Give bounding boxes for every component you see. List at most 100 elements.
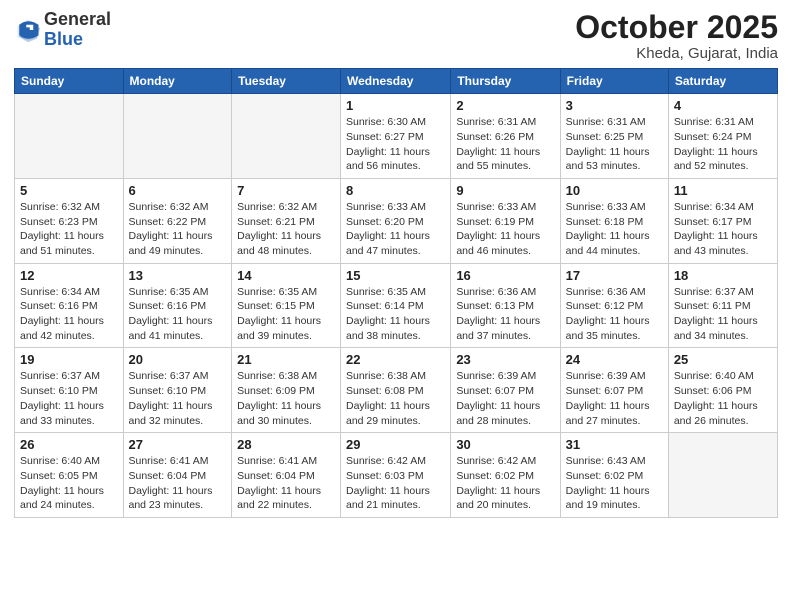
table-row [15,94,124,179]
table-row: 21Sunrise: 6:38 AM Sunset: 6:09 PM Dayli… [232,348,341,433]
day-number: 18 [674,268,772,283]
day-info: Sunrise: 6:31 AM Sunset: 6:25 PM Dayligh… [566,115,663,174]
title-block: October 2025 Kheda, Gujarat, India [575,10,778,62]
table-row: 8Sunrise: 6:33 AM Sunset: 6:20 PM Daylig… [341,178,451,263]
day-number: 1 [346,98,445,113]
calendar: Sunday Monday Tuesday Wednesday Thursday… [14,68,778,518]
day-number: 23 [456,352,554,367]
day-info: Sunrise: 6:41 AM Sunset: 6:04 PM Dayligh… [129,454,227,513]
month-title: October 2025 [575,10,778,45]
day-number: 10 [566,183,663,198]
day-info: Sunrise: 6:31 AM Sunset: 6:26 PM Dayligh… [456,115,554,174]
day-info: Sunrise: 6:35 AM Sunset: 6:14 PM Dayligh… [346,285,445,344]
day-number: 25 [674,352,772,367]
page: General Blue October 2025 Kheda, Gujarat… [0,0,792,612]
table-row: 16 Sunrise: 6:36 AM Sunset: 6:13 PM Dayli… [451,263,560,348]
day-info: Sunrise: 6:42 AM Sunset: 6:03 PM Dayligh… [346,454,445,513]
calendar-week-row: 5Sunrise: 6:32 AM Sunset: 6:23 PM Daylig… [15,178,778,263]
day-number: 5 [20,183,118,198]
day-info: Sunrise: 6:33 AM Sunset: 6:19 PM Dayligh… [456,200,554,259]
calendar-header-row: Sunday Monday Tuesday Wednesday Thursday… [15,69,778,94]
table-row: 31Sunrise: 6:43 AM Sunset: 6:02 PM Dayli… [560,433,668,518]
day-info: Sunrise: 6:40 AM Sunset: 6:05 PM Dayligh… [20,454,118,513]
day-info: Sunrise: 6:40 AM Sunset: 6:06 PM Dayligh… [674,369,772,428]
day-number: 19 [20,352,118,367]
day-info: Sunrise: 6:38 AM Sunset: 6:09 PM Dayligh… [237,369,335,428]
table-row: 15Sunrise: 6:35 AM Sunset: 6:14 PM Dayli… [341,263,451,348]
calendar-week-row: 1Sunrise: 6:30 AM Sunset: 6:27 PM Daylig… [15,94,778,179]
day-number: 29 [346,437,445,452]
day-info: Sunrise: 6:35 AM Sunset: 6:16 PM Dayligh… [129,285,227,344]
day-info: Sunrise: 6:34 AM Sunset: 6:17 PM Dayligh… [674,200,772,259]
day-info: Sunrise: 6:38 AM Sunset: 6:08 PM Dayligh… [346,369,445,428]
day-number: 26 [20,437,118,452]
table-row: 2Sunrise: 6:31 AM Sunset: 6:26 PM Daylig… [451,94,560,179]
day-number: 13 [129,268,227,283]
day-number: 3 [566,98,663,113]
day-info: Sunrise: 6:33 AM Sunset: 6:18 PM Dayligh… [566,200,663,259]
table-row: 26 Sunrise: 6:40 AM Sunset: 6:05 PM Dayli… [15,433,124,518]
day-info: Sunrise: 6:32 AM Sunset: 6:22 PM Dayligh… [129,200,227,259]
day-number: 4 [674,98,772,113]
col-saturday: Saturday [668,69,777,94]
day-number: 7 [237,183,335,198]
table-row: 28 Sunrise: 6:41 AM Sunset: 6:04 PM Dayli… [232,433,341,518]
table-row: 29 Sunrise: 6:42 AM Sunset: 6:03 PM Dayli… [341,433,451,518]
day-number: 12 [20,268,118,283]
day-number: 9 [456,183,554,198]
day-info: Sunrise: 6:36 AM Sunset: 6:13 PM Dayligh… [456,285,554,344]
day-info: Sunrise: 6:37 AM Sunset: 6:10 PM Dayligh… [129,369,227,428]
day-number: 31 [566,437,663,452]
logo-blue: Blue [44,30,111,50]
col-thursday: Thursday [451,69,560,94]
table-row [123,94,232,179]
calendar-week-row: 12 Sunrise: 6:34 AM Sunset: 6:16 PM Dayli… [15,263,778,348]
logo-icon [14,16,42,44]
day-info: Sunrise: 6:32 AM Sunset: 6:21 PM Dayligh… [237,200,335,259]
col-friday: Friday [560,69,668,94]
table-row: 22 Sunrise: 6:38 AM Sunset: 6:08 PM Dayli… [341,348,451,433]
table-row: 17 Sunrise: 6:36 AM Sunset: 6:12 PM Dayli… [560,263,668,348]
day-info: Sunrise: 6:39 AM Sunset: 6:07 PM Dayligh… [456,369,554,428]
day-number: 28 [237,437,335,452]
day-info: Sunrise: 6:36 AM Sunset: 6:12 PM Dayligh… [566,285,663,344]
day-number: 27 [129,437,227,452]
table-row [668,433,777,518]
day-number: 24 [566,352,663,367]
location-subtitle: Kheda, Gujarat, India [575,45,778,62]
day-number: 16 [456,268,554,283]
table-row: 18 Sunrise: 6:37 AM Sunset: 6:11 PM Dayli… [668,263,777,348]
table-row: 27 Sunrise: 6:41 AM Sunset: 6:04 PM Dayli… [123,433,232,518]
day-info: Sunrise: 6:33 AM Sunset: 6:20 PM Dayligh… [346,200,445,259]
day-number: 30 [456,437,554,452]
table-row: 4 Sunrise: 6:31 AM Sunset: 6:24 PM Daylig… [668,94,777,179]
logo-text: General Blue [44,10,111,50]
calendar-week-row: 26 Sunrise: 6:40 AM Sunset: 6:05 PM Dayli… [15,433,778,518]
table-row: 19Sunrise: 6:37 AM Sunset: 6:10 PM Dayli… [15,348,124,433]
day-number: 17 [566,268,663,283]
day-number: 14 [237,268,335,283]
table-row: 9 Sunrise: 6:33 AM Sunset: 6:19 PM Daylig… [451,178,560,263]
table-row: 5Sunrise: 6:32 AM Sunset: 6:23 PM Daylig… [15,178,124,263]
table-row: 30Sunrise: 6:42 AM Sunset: 6:02 PM Dayli… [451,433,560,518]
table-row: 20 Sunrise: 6:37 AM Sunset: 6:10 PM Dayli… [123,348,232,433]
header: General Blue October 2025 Kheda, Gujarat… [14,10,778,62]
calendar-week-row: 19 Sunrise: 6:37 AM Sunset: 6:10 PM Dayli… [15,348,778,433]
day-info: Sunrise: 6:37 AM Sunset: 6:11 PM Dayligh… [674,285,772,344]
day-number: 22 [346,352,445,367]
day-info: Sunrise: 6:34 AM Sunset: 6:16 PM Dayligh… [20,285,118,344]
table-row: 7 Sunrise: 6:32 AM Sunset: 6:21 PM Daylig… [232,178,341,263]
col-sunday: Sunday [15,69,124,94]
table-row: 24 Sunrise: 6:39 AM Sunset: 6:07 PM Dayli… [560,348,668,433]
table-row: 23 Sunrise: 6:39 AM Sunset: 6:07 PM Dayli… [451,348,560,433]
table-row: 11Sunrise: 6:34 AM Sunset: 6:17 PM Dayli… [668,178,777,263]
day-info: Sunrise: 6:39 AM Sunset: 6:07 PM Dayligh… [566,369,663,428]
day-info: Sunrise: 6:41 AM Sunset: 6:04 PM Dayligh… [237,454,335,513]
table-row: 1Sunrise: 6:30 AM Sunset: 6:27 PM Daylig… [341,94,451,179]
logo-general: General [44,10,111,30]
day-info: Sunrise: 6:31 AM Sunset: 6:24 PM Dayligh… [674,115,772,174]
table-row: 13 Sunrise: 6:35 AM Sunset: 6:16 PM Dayli… [123,263,232,348]
logo: General Blue [14,10,111,50]
day-number: 20 [129,352,227,367]
table-row [232,94,341,179]
